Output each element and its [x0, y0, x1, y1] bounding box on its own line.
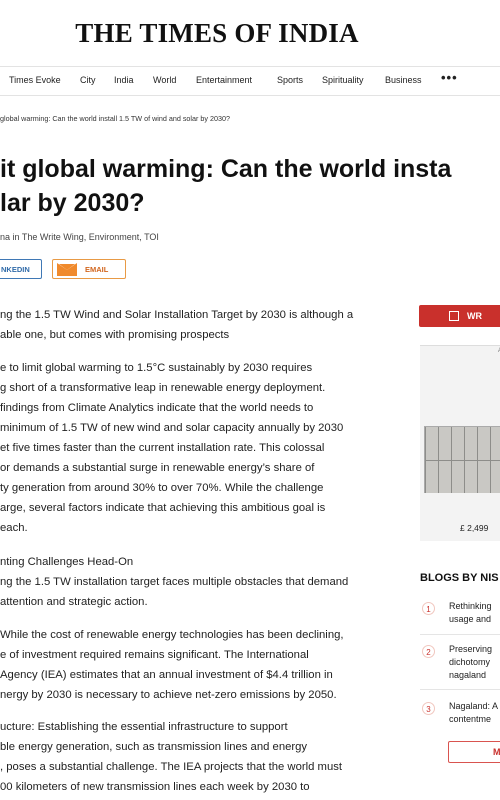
blog-title[interactable]: Rethinking usage and	[449, 600, 492, 626]
blog-number-badge: 1	[422, 602, 435, 615]
text-line: minimum of 1.5 TW of new wind and solar …	[0, 422, 344, 434]
text-line: each.	[0, 522, 28, 534]
article-paragraph-1: ng the 1.5 TW Wind and Solar Installatio…	[0, 305, 392, 345]
article-paragraph-5: ucture: Establishing the essential infra…	[0, 717, 392, 797]
text-line: ty generation from around 30% to over 70…	[0, 482, 324, 494]
text-line: e of investment required remains signifi…	[0, 649, 309, 661]
blog-number-badge: 2	[422, 645, 435, 658]
nav-item-times-evoke[interactable]: Times Evoke	[9, 75, 61, 85]
blog-title-line: usage and	[449, 614, 492, 624]
blog-title-line: Rethinking	[449, 601, 492, 611]
pen-icon	[449, 311, 459, 321]
text-line: nergy by 2030 is necessary to achieve ne…	[0, 689, 337, 701]
text-line: ng the 1.5 TW Wind and Solar Installatio…	[0, 309, 354, 321]
ad-price: £ 2,499	[460, 523, 489, 533]
nav-item-city[interactable]: City	[80, 75, 96, 85]
text-line: ucture: Establishing the essential infra…	[0, 721, 288, 733]
divider	[420, 634, 500, 635]
blog-title-line: Preserving	[449, 644, 493, 654]
nav-item-world[interactable]: World	[153, 75, 176, 85]
byline: na in The Write Wing, Environment, TOI	[0, 232, 159, 242]
text-line: findings from Climate Analytics indicate…	[0, 402, 314, 414]
article-paragraph-2: e to limit global warming to 1.5°C susta…	[0, 358, 392, 538]
share-email-label: EMAIL	[85, 264, 109, 274]
text-line: ng the 1.5 TW installation target faces …	[0, 576, 349, 588]
article-paragraph-3: nting Challenges Head-On ng the 1.5 TW i…	[0, 552, 392, 612]
blog-title[interactable]: Preserving dichotomy nagaland	[449, 643, 492, 682]
masthead: THE TIMES OF INDIA	[0, 0, 500, 66]
blog-title-line: nagaland	[449, 670, 487, 680]
blog-title-line: Nagaland: A	[449, 701, 499, 711]
headline-line-1: it global warming: Can the world insta	[0, 155, 452, 183]
breadcrumb: global warming: Can the world install 1.…	[0, 114, 230, 123]
text-line: , poses a substantial challenge. The IEA…	[0, 761, 343, 773]
site-logo[interactable]: THE TIMES OF INDIA	[75, 18, 358, 49]
headline-line-2: lar by 2030?	[0, 189, 145, 217]
section-heading: nting Challenges Head-On	[0, 556, 134, 568]
nav-item-business[interactable]: Business	[385, 75, 422, 85]
blog-number-badge: 3	[422, 702, 435, 715]
share-linkedin-button[interactable]: NKEDIN	[0, 259, 42, 279]
more-blogs-button[interactable]: M	[448, 741, 500, 763]
nav-more-icon[interactable]: •••	[441, 70, 458, 85]
nav-item-spirituality[interactable]: Spirituality	[322, 75, 364, 85]
text-line: Agency (IEA) estimates that an annual in…	[0, 669, 333, 681]
main-nav: Times Evoke City India World Entertainme…	[0, 66, 500, 96]
text-line: ble energy generation, such as transmiss…	[0, 741, 308, 753]
mail-icon	[57, 262, 77, 276]
write-button[interactable]: WR	[419, 305, 500, 327]
text-line: e to limit global warming to 1.5°C susta…	[0, 362, 313, 374]
blog-title-line: contentme	[449, 714, 492, 724]
product-image[interactable]	[424, 426, 500, 493]
text-line: 00 kilometers of new transmission lines …	[0, 781, 310, 793]
write-button-label: WR	[467, 311, 482, 321]
share-email-button[interactable]: EMAIL	[52, 259, 126, 279]
blog-title[interactable]: Nagaland: A contentme	[449, 700, 498, 726]
divider	[420, 689, 500, 690]
article-paragraph-4: While the cost of renewable energy techn…	[0, 625, 392, 705]
text-line: g short of a transformative leap in rene…	[0, 382, 326, 394]
text-line: et five times faster than the current in…	[0, 442, 325, 454]
text-line: arge, several factors indicate that achi…	[0, 502, 326, 514]
text-line: While the cost of renewable energy techn…	[0, 629, 344, 641]
nav-item-entertainment[interactable]: Entertainment	[196, 75, 252, 85]
nav-item-india[interactable]: India	[114, 75, 134, 85]
text-line: or demands a substantial surge in renewa…	[0, 462, 315, 474]
nav-item-sports[interactable]: Sports	[277, 75, 303, 85]
share-linkedin-label: NKEDIN	[1, 264, 30, 274]
sidebar-ad[interactable]: A £ 2,499	[420, 345, 500, 541]
blogs-section-title: BLOGS BY NIS	[420, 572, 499, 584]
blog-title-line: dichotomy	[449, 657, 491, 667]
article-headline: it global warming: Can the world insta l…	[0, 152, 500, 220]
text-line: attention and strategic action.	[0, 596, 148, 608]
text-line: able one, but comes with promising prosp…	[0, 329, 230, 341]
